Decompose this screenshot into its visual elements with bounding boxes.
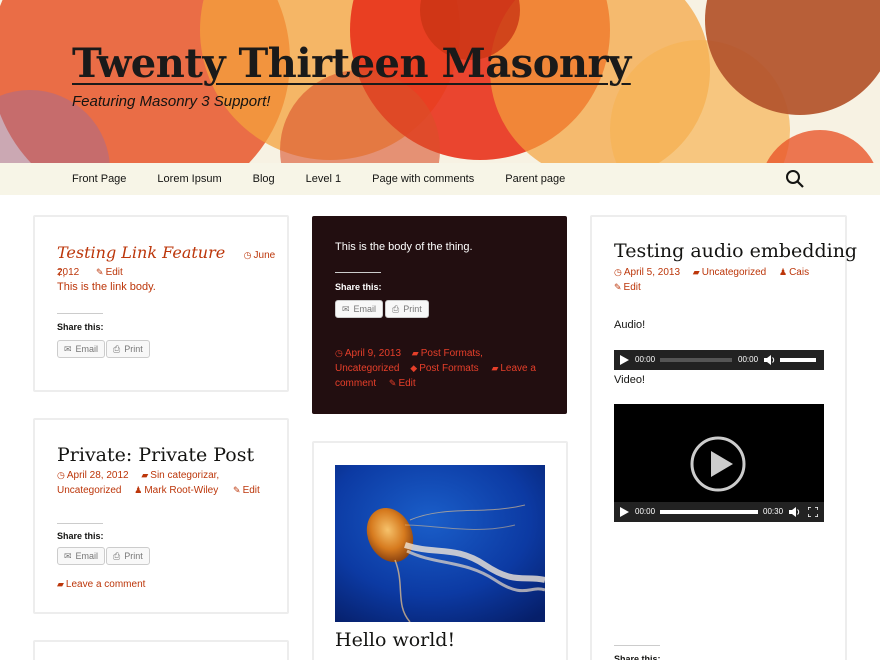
post-card-private-post: Private: Private Post ◷ April 28, 2012 ▰ S… — [33, 418, 289, 614]
edit-link[interactable]: ✎ Edit — [96, 267, 123, 278]
comment-icon: ▰ — [491, 363, 499, 373]
printer-icon: ⎙ — [113, 550, 121, 561]
pencil-icon: ✎ — [96, 267, 104, 277]
post-card-hello-world: Hello world! — [312, 441, 568, 660]
folder-icon: ▰ — [411, 348, 419, 358]
main-navigation: Front Page Lorem Ipsum Blog Level 1 Page… — [0, 163, 880, 195]
video-seek-bar[interactable] — [660, 510, 758, 514]
video-current-time: 00:00 — [635, 507, 656, 516]
post-author[interactable]: ♟ Cais — [779, 267, 809, 278]
post-title[interactable]: Private: Private Post — [57, 444, 254, 466]
audio-duration: 00:00 — [738, 355, 759, 364]
share-label: Share this: — [57, 322, 104, 332]
nav-item-front-page[interactable]: Front Page — [60, 163, 138, 195]
search-icon[interactable] — [785, 169, 805, 189]
post-category-uncategorized[interactable]: Uncategorized — [57, 485, 121, 496]
play-icon[interactable] — [620, 355, 629, 365]
post-title[interactable]: Hello world! — [335, 629, 455, 651]
printer-icon: ⎙ — [113, 343, 121, 354]
link-body[interactable]: This is the link body. — [57, 280, 156, 295]
clock-icon: ◷ — [57, 470, 65, 480]
post-card-partial — [33, 640, 289, 660]
audio-label: Audio! — [614, 319, 646, 331]
site-title[interactable]: Twenty Thirteen Masonry — [72, 40, 631, 87]
post-author[interactable]: ♟ Mark Root-Wiley — [134, 485, 218, 496]
share-print-button[interactable]: ⎙ Print — [385, 300, 429, 318]
post-card-link-feature: Testing Link Feature ◷ June 7, 2012 ✎ Edit… — [33, 215, 289, 392]
divider — [335, 272, 381, 273]
post-date[interactable]: ◷ April 9, 2013 — [335, 348, 401, 359]
video-label: Video! — [614, 374, 645, 386]
envelope-icon: ✉ — [64, 343, 72, 354]
user-icon: ♟ — [134, 485, 143, 495]
leave-comment-link[interactable]: ▰ Leave a comment — [57, 577, 145, 592]
envelope-icon: ✉ — [64, 550, 72, 561]
post-categories[interactable]: ▰ Sin categorizar, — [141, 470, 219, 481]
site-description: Featuring Masonry 3 Support! — [72, 93, 271, 110]
play-icon[interactable] — [620, 507, 629, 517]
divider — [57, 523, 103, 524]
share-label: Share this: — [335, 282, 382, 292]
post-date-year[interactable]: 2012 — [57, 267, 79, 278]
comment-icon: ▰ — [57, 579, 64, 589]
fullscreen-icon[interactable] — [808, 507, 818, 517]
envelope-icon: ✉ — [342, 303, 350, 314]
audio-current-time: 00:00 — [635, 355, 656, 364]
edit-link[interactable]: ✎ Edit — [389, 378, 416, 389]
site-header: Twenty Thirteen Masonry Featuring Masonr… — [0, 0, 880, 163]
leave-comment-link[interactable]: ▰ Leave a — [491, 363, 536, 374]
nav-item-level-1[interactable]: Level 1 — [287, 163, 353, 195]
share-label: Share this: — [614, 654, 661, 660]
video-duration: 00:30 — [763, 507, 784, 516]
printer-icon: ⎙ — [392, 303, 400, 314]
nav-item-parent-page[interactable]: Parent page — [486, 163, 577, 195]
status-body: This is the body of the thing. — [335, 241, 473, 253]
post-date[interactable]: ◷ April 5, 2013 — [614, 267, 680, 278]
volume-icon[interactable] — [764, 355, 775, 365]
pencil-icon: ✎ — [233, 485, 241, 495]
audio-volume-slider[interactable] — [780, 358, 816, 362]
volume-icon[interactable] — [789, 507, 800, 517]
nav-item-blog[interactable]: Blog — [234, 163, 287, 195]
post-title[interactable]: Testing Link Feature — [57, 243, 225, 262]
nav-item-page-with-comments[interactable]: Page with comments — [353, 163, 486, 195]
pencil-icon: ✎ — [614, 282, 622, 292]
share-email-button[interactable]: ✉ Email — [335, 300, 384, 318]
clock-icon: ◷ — [243, 250, 252, 260]
folder-icon: ▰ — [692, 267, 700, 277]
user-icon: ♟ — [778, 267, 788, 277]
edit-link[interactable]: ✎ Edit — [233, 485, 260, 496]
clock-icon: ◷ — [335, 348, 343, 358]
divider — [57, 313, 103, 314]
big-play-icon[interactable] — [689, 435, 747, 493]
post-category-uncategorized[interactable]: Uncategorized — [335, 363, 399, 374]
leave-comment-link-cont[interactable]: comment — [335, 378, 376, 389]
post-title[interactable]: Testing audio embedding — [614, 240, 857, 262]
share-print-button[interactable]: ⎙ Print — [106, 340, 150, 358]
post-card-audio: Testing audio embedding ◷ April 5, 2013 ▰… — [590, 215, 857, 660]
clock-icon: ◷ — [614, 267, 622, 277]
audio-seek-bar[interactable] — [660, 358, 732, 362]
post-category[interactable]: ▰ Uncategorized — [693, 267, 766, 278]
share-email-button[interactable]: ✉ Email — [57, 340, 106, 358]
featured-image-jellyfish[interactable] — [335, 465, 545, 622]
post-tag[interactable]: ◆ Post Formats — [410, 363, 478, 374]
share-label: Share this: — [57, 531, 104, 541]
pencil-icon: ✎ — [388, 378, 397, 388]
post-card-status: This is the body of the thing. Share thi… — [312, 216, 567, 414]
post-date[interactable]: ◷ April 28, 2012 — [57, 470, 129, 481]
nav-item-lorem-ipsum[interactable]: Lorem Ipsum — [138, 163, 233, 195]
share-print-button[interactable]: ⎙ Print — [106, 547, 150, 565]
edit-link[interactable]: ✎ Edit — [614, 282, 641, 293]
share-email-button[interactable]: ✉ Email — [57, 547, 106, 565]
folder-icon: ▰ — [141, 470, 149, 480]
post-categories[interactable]: ▰ Post Formats, — [412, 348, 483, 359]
tag-icon: ◆ — [410, 363, 418, 373]
divider — [614, 645, 660, 646]
